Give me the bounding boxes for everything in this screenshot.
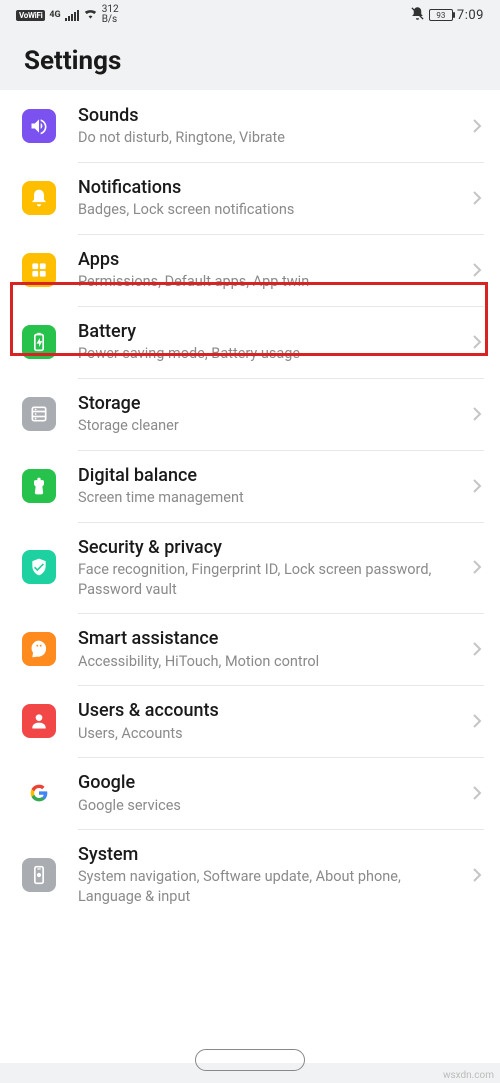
item-subtitle: Screen time management (78, 488, 462, 508)
item-title: Google (78, 771, 462, 794)
item-subtitle: Users, Accounts (78, 724, 462, 744)
watermark: wsxdn.com (443, 1070, 494, 1081)
item-subtitle: System navigation, Software update, Abou… (78, 867, 462, 906)
settings-item-smart[interactable]: Smart assistanceAccessibility, HiTouch, … (0, 613, 500, 685)
item-title: Digital balance (78, 464, 462, 487)
settings-item-digital[interactable]: Digital balanceScreen time management (0, 450, 500, 522)
item-subtitle: Face recognition, Fingerprint ID, Lock s… (78, 560, 462, 599)
item-title: Notifications (78, 176, 462, 199)
item-title: Storage (78, 392, 462, 415)
battery-icon: 93 (429, 9, 453, 21)
item-text: Digital balanceScreen time management (56, 464, 472, 508)
settings-item-google[interactable]: GoogleGoogle services (0, 757, 500, 829)
status-right: 93 7:09 (410, 6, 484, 25)
item-subtitle: Badges, Lock screen notifications (78, 200, 462, 220)
settings-item-sounds[interactable]: SoundsDo not disturb, Ringtone, Vibrate (0, 90, 500, 162)
settings-list[interactable]: SoundsDo not disturb, Ringtone, Vibrate N… (0, 90, 500, 1063)
nav-pill[interactable] (195, 1049, 305, 1071)
chevron-right-icon (472, 867, 482, 883)
header: Settings (0, 28, 500, 90)
digital-icon (22, 469, 56, 503)
settings-item-system[interactable]: SystemSystem navigation, Software update… (0, 829, 500, 921)
signal-icon (65, 10, 79, 21)
mute-icon (410, 6, 425, 25)
item-subtitle: Do not disturb, Ringtone, Vibrate (78, 128, 462, 148)
chevron-right-icon (472, 478, 482, 494)
item-text: SoundsDo not disturb, Ringtone, Vibrate (56, 104, 472, 148)
item-subtitle: Power saving mode, Battery usage (78, 344, 462, 364)
item-subtitle: Google services (78, 796, 462, 816)
chevron-right-icon (472, 559, 482, 575)
item-text: Smart assistanceAccessibility, HiTouch, … (56, 627, 472, 671)
item-text: Users & accountsUsers, Accounts (56, 699, 472, 743)
item-text: AppsPermissions, Default apps, App twin (56, 248, 472, 292)
item-subtitle: Storage cleaner (78, 416, 462, 436)
item-text: NotificationsBadges, Lock screen notific… (56, 176, 472, 220)
item-subtitle: Accessibility, HiTouch, Motion control (78, 652, 462, 672)
settings-item-users[interactable]: Users & accountsUsers, Accounts (0, 685, 500, 757)
sounds-icon (22, 109, 56, 143)
item-title: Security & privacy (78, 536, 462, 559)
item-text: Security & privacyFace recognition, Fing… (56, 536, 472, 600)
network-type: 4G (49, 10, 60, 20)
chevron-right-icon (472, 262, 482, 278)
chevron-right-icon (472, 641, 482, 657)
item-title: Battery (78, 320, 462, 343)
chevron-right-icon (472, 190, 482, 206)
google-icon (22, 776, 56, 810)
smart-icon (22, 632, 56, 666)
users-icon (22, 704, 56, 738)
clock: 7:09 (457, 8, 484, 23)
item-title: Apps (78, 248, 462, 271)
settings-item-security[interactable]: Security & privacyFace recognition, Fing… (0, 522, 500, 614)
item-text: StorageStorage cleaner (56, 392, 472, 436)
chevron-right-icon (472, 713, 482, 729)
item-text: SystemSystem navigation, Software update… (56, 843, 472, 907)
settings-item-notifications[interactable]: NotificationsBadges, Lock screen notific… (0, 162, 500, 234)
page-title: Settings (24, 46, 476, 76)
apps-icon (22, 253, 56, 287)
chevron-right-icon (472, 406, 482, 422)
chevron-right-icon (472, 118, 482, 134)
item-text: BatteryPower saving mode, Battery usage (56, 320, 472, 364)
net-speed: 312 B/s (102, 5, 119, 25)
item-title: Users & accounts (78, 699, 462, 722)
item-title: System (78, 843, 462, 866)
settings-item-storage[interactable]: StorageStorage cleaner (0, 378, 500, 450)
security-icon (22, 550, 56, 584)
vowifi-badge: VoWiFi (16, 10, 45, 21)
status-left: VoWiFi 4G 312 B/s (16, 5, 119, 25)
chevron-right-icon (472, 785, 482, 801)
settings-item-apps[interactable]: AppsPermissions, Default apps, App twin (0, 234, 500, 306)
system-icon (22, 858, 56, 892)
item-title: Sounds (78, 104, 462, 127)
chevron-right-icon (472, 334, 482, 350)
wifi-icon (83, 7, 98, 23)
status-bar: VoWiFi 4G 312 B/s 93 7:09 (0, 0, 500, 28)
battery-icon (22, 325, 56, 359)
item-title: Smart assistance (78, 627, 462, 650)
storage-icon (22, 397, 56, 431)
item-text: GoogleGoogle services (56, 771, 472, 815)
settings-item-battery[interactable]: BatteryPower saving mode, Battery usage (0, 306, 500, 378)
notifications-icon (22, 181, 56, 215)
item-subtitle: Permissions, Default apps, App twin (78, 272, 462, 292)
